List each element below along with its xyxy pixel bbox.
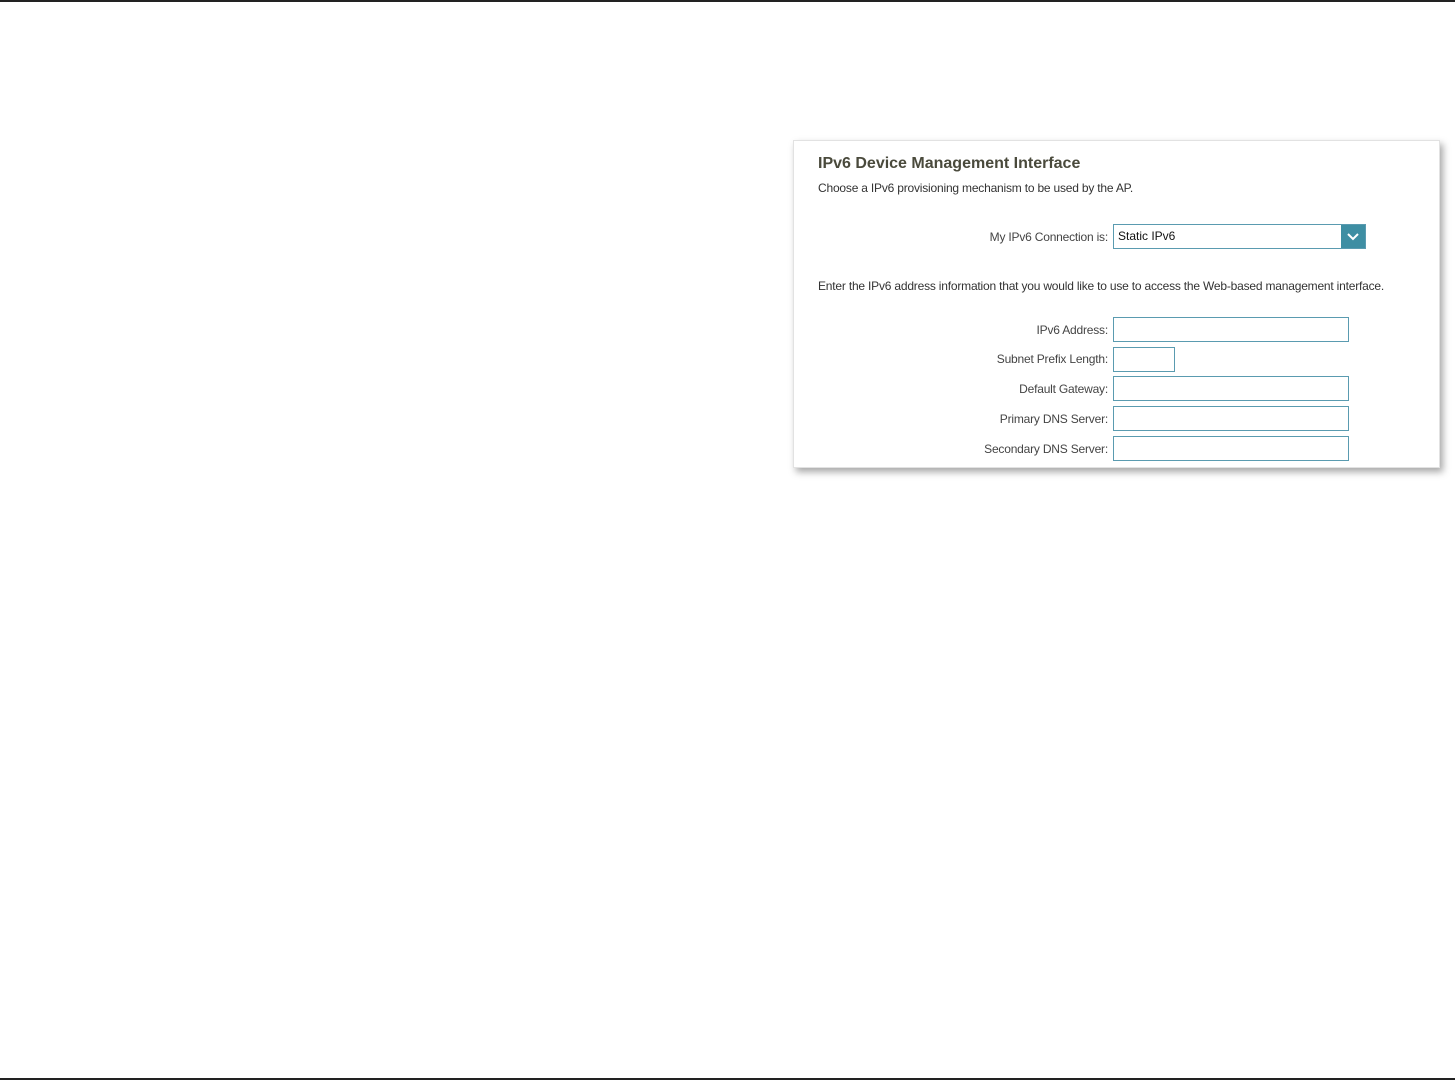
secondary-dns-field[interactable] — [1113, 436, 1349, 461]
subnet-prefix-length-field[interactable] — [1113, 347, 1175, 372]
default-gateway-input[interactable] — [1114, 377, 1348, 400]
panel-title: IPv6 Device Management Interface — [818, 155, 1081, 172]
ipv6-management-panel: IPv6 Device Management Interface Choose … — [793, 140, 1440, 468]
connection-label: My IPv6 Connection is: — [989, 230, 1109, 244]
subnet-prefix-length-input[interactable] — [1114, 348, 1174, 371]
chevron-down-icon[interactable] — [1341, 225, 1365, 248]
primary-dns-input[interactable] — [1114, 407, 1348, 430]
ipv6-address-field[interactable] — [1113, 317, 1349, 342]
ipv6-address-label: IPv6 Address: — [1036, 323, 1109, 337]
page: IPv6 Device Management Interface Choose … — [0, 0, 1455, 1081]
subnet-prefix-length-label: Subnet Prefix Length: — [996, 352, 1108, 366]
secondary-dns-input[interactable] — [1114, 437, 1348, 460]
secondary-dns-label: Secondary DNS Server: — [984, 442, 1108, 456]
default-gateway-field[interactable] — [1113, 376, 1349, 401]
bottom-rule — [0, 1078, 1455, 1080]
panel-subtitle: Choose a IPv6 provisioning mechanism to … — [818, 181, 1134, 195]
primary-dns-field[interactable] — [1113, 406, 1349, 431]
connection-type-value: Static IPv6 — [1118, 229, 1176, 243]
top-rule — [0, 0, 1455, 2]
ipv6-address-input[interactable] — [1114, 318, 1348, 341]
connection-type-select[interactable]: Static IPv6 — [1113, 224, 1366, 249]
primary-dns-label: Primary DNS Server: — [999, 412, 1108, 426]
default-gateway-label: Default Gateway: — [1019, 382, 1108, 396]
info-text: Enter the IPv6 address information that … — [818, 279, 1385, 293]
